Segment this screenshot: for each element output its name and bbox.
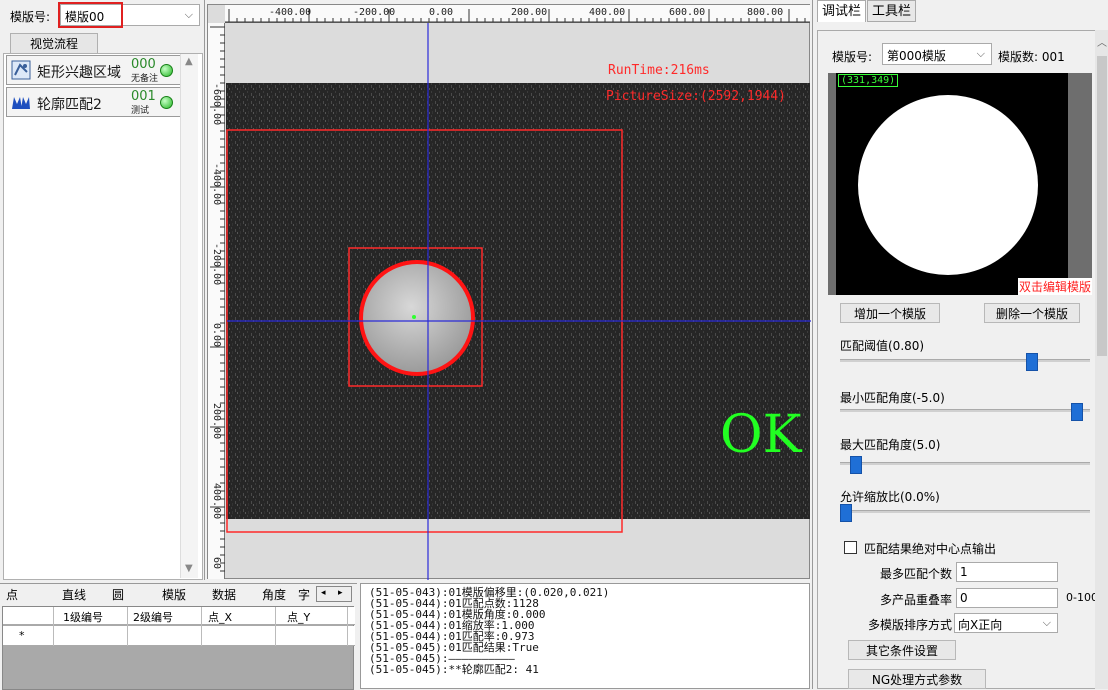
tab-next-icon[interactable]: ▸	[338, 588, 343, 598]
image-canvas[interactable]: -400.00 -200.00 0.00 200.00 400.00 600.0…	[207, 4, 811, 580]
template-no-value: 第000模版	[887, 49, 946, 63]
new-row-marker: *	[19, 629, 25, 642]
chevron-down-icon[interactable]: ⌵	[185, 8, 193, 22]
sort-mode-label: 多模版排序方式	[867, 618, 952, 632]
highlight-box	[58, 2, 123, 28]
right-scrollbar[interactable]: ︿	[1095, 30, 1108, 689]
runtime-readout: RunTime:216ms	[608, 63, 710, 78]
step-note: 测试	[131, 106, 150, 116]
slider-thumb[interactable]	[1025, 353, 1038, 371]
template-disk	[858, 95, 1038, 275]
abs-center-checkbox[interactable]	[844, 541, 857, 554]
scroll-up-icon[interactable]: ︿	[1097, 34, 1107, 49]
max-match-label: 最多匹配个数	[879, 567, 952, 581]
step-note: 无备注	[131, 74, 159, 84]
result-table[interactable]: 1级编号 2级编号 点_X 点_Y *	[2, 606, 355, 690]
column-divider	[347, 607, 348, 646]
column-header[interactable]: 点_X	[208, 609, 232, 625]
template-no-label: 模版号:	[832, 50, 873, 64]
add-template-button[interactable]: 增加一个模版	[840, 303, 940, 323]
step-code: 001	[131, 89, 156, 104]
slider-thumb[interactable]	[849, 456, 862, 474]
contour-match-icon	[12, 97, 30, 109]
flow-step-contour-match[interactable]: 轮廓匹配2 001 测试	[6, 87, 181, 117]
max-match-input[interactable]: 1	[956, 562, 1058, 582]
scale-ratio-slider[interactable]	[840, 510, 1090, 513]
other-conditions-button[interactable]: 其它条件设置	[848, 640, 956, 660]
status-led-icon	[160, 64, 173, 77]
flow-scrollbar[interactable]: ▲ ▼	[180, 54, 198, 578]
template-preview[interactable]: (331,349) 双击编辑模版	[828, 73, 1092, 295]
table-header: 1级编号 2级编号 点_X 点_Y	[3, 607, 355, 625]
result-ok-label: OK	[720, 405, 802, 465]
column-header[interactable]: 1级编号	[63, 609, 103, 625]
preview-coordinate: (331,349)	[838, 74, 899, 87]
min-angle-slider[interactable]	[840, 409, 1090, 412]
scroll-down-icon[interactable]: ▼	[185, 563, 193, 574]
log-line: (51-05-045):**轮廓匹配2: 41	[369, 663, 539, 676]
min-angle-label: 最小匹配角度(-5.0)	[840, 391, 945, 405]
template-preview-image[interactable]: (331,349)	[836, 73, 1068, 295]
tab-tools[interactable]: 工具栏	[867, 0, 917, 22]
match-center-point	[412, 315, 416, 319]
column-divider	[127, 607, 128, 646]
slider-thumb[interactable]	[1070, 403, 1083, 421]
chevron-down-icon[interactable]: ⌵	[977, 47, 985, 61]
tab-line[interactable]: 直线	[62, 586, 86, 604]
scale-ratio-label: 允许缩放比(0.0%)	[840, 490, 940, 504]
overlap-rate-label: 多产品重叠率	[879, 593, 952, 607]
tab-angle[interactable]: 角度	[262, 586, 286, 604]
scroll-thumb[interactable]	[1097, 56, 1107, 356]
column-header[interactable]: 点_Y	[287, 609, 310, 625]
rectangle-roi-icon	[11, 60, 31, 80]
edit-template-hint: 双击编辑模版	[1017, 278, 1092, 295]
max-angle-label: 最大匹配角度(5.0)	[840, 438, 941, 452]
tab-template[interactable]: 模版	[162, 586, 186, 604]
ng-handling-button[interactable]: NG处理方式参数	[848, 669, 986, 689]
slider-thumb[interactable]	[840, 504, 852, 522]
scroll-up-icon[interactable]: ▲	[185, 56, 193, 67]
tab-circle[interactable]: 圆	[112, 586, 124, 604]
step-code: 000	[131, 57, 156, 72]
step-name: 轮廓匹配2	[37, 97, 102, 113]
match-threshold-slider[interactable]	[840, 359, 1090, 362]
table-row[interactable]: *	[3, 626, 355, 646]
status-led-icon	[160, 96, 173, 109]
tab-char[interactable]: 字	[298, 586, 310, 604]
abs-center-label: 匹配结果绝对中心点输出	[864, 542, 997, 556]
overlap-rate-input[interactable]: 0	[956, 588, 1058, 608]
picture-size-readout: PictureSize:(2592,1944)	[606, 89, 787, 104]
sort-mode-value: 向X正向	[958, 618, 1003, 632]
max-angle-slider[interactable]	[840, 462, 1090, 465]
template-label: 模版号:	[10, 10, 51, 24]
debug-panel: 调试栏 工具栏 模版号: 第000模版 ⌵ 模版数: 001 (331,349)…	[812, 0, 1108, 689]
vision-flow-panel: 模版号: 模版00 ⌵ 视觉流程 矩形兴趣区域 000 无备注 轮廓匹配2 00…	[0, 0, 205, 580]
delete-template-button[interactable]: 删除一个模版	[984, 303, 1080, 323]
column-divider	[275, 607, 276, 646]
template-no-select[interactable]: 第000模版 ⌵	[882, 43, 992, 65]
tab-prev-icon[interactable]: ◂	[321, 588, 326, 598]
column-divider	[201, 607, 202, 646]
tab-data[interactable]: 数据	[212, 586, 236, 604]
flow-step-list: 矩形兴趣区域 000 无备注 轮廓匹配2 001 测试	[3, 53, 203, 580]
tab-nav-arrows[interactable]: ◂ ▸	[316, 586, 352, 602]
template-count: 模版数: 001	[998, 50, 1065, 64]
column-divider	[53, 607, 54, 646]
column-header[interactable]: 2级编号	[133, 609, 173, 625]
step-name: 矩形兴趣区域	[37, 65, 121, 81]
overlap-range: 0-100	[1066, 591, 1098, 604]
tab-vision-flow[interactable]: 视觉流程	[10, 33, 98, 53]
debug-content: 模版号: 第000模版 ⌵ 模版数: 001 (331,349) 双击编辑模版 …	[817, 30, 1099, 689]
result-table-panel: 点 直线 圆 模版 数据 角度 字 ◂ ▸ 1级编号 2级编号 点_X 点_Y …	[0, 583, 357, 690]
match-threshold-label: 匹配阈值(0.80)	[840, 339, 925, 353]
flow-step-roi[interactable]: 矩形兴趣区域 000 无备注	[6, 55, 181, 85]
log-output[interactable]: (51-05-043):01模版偏移里:(0.020,0.021) (51-05…	[360, 583, 810, 689]
chevron-down-icon[interactable]: ⌵	[1043, 616, 1051, 630]
tab-point[interactable]: 点	[6, 586, 18, 604]
sort-mode-select[interactable]: 向X正向 ⌵	[954, 613, 1058, 633]
tab-debug[interactable]: 调试栏	[817, 0, 867, 22]
